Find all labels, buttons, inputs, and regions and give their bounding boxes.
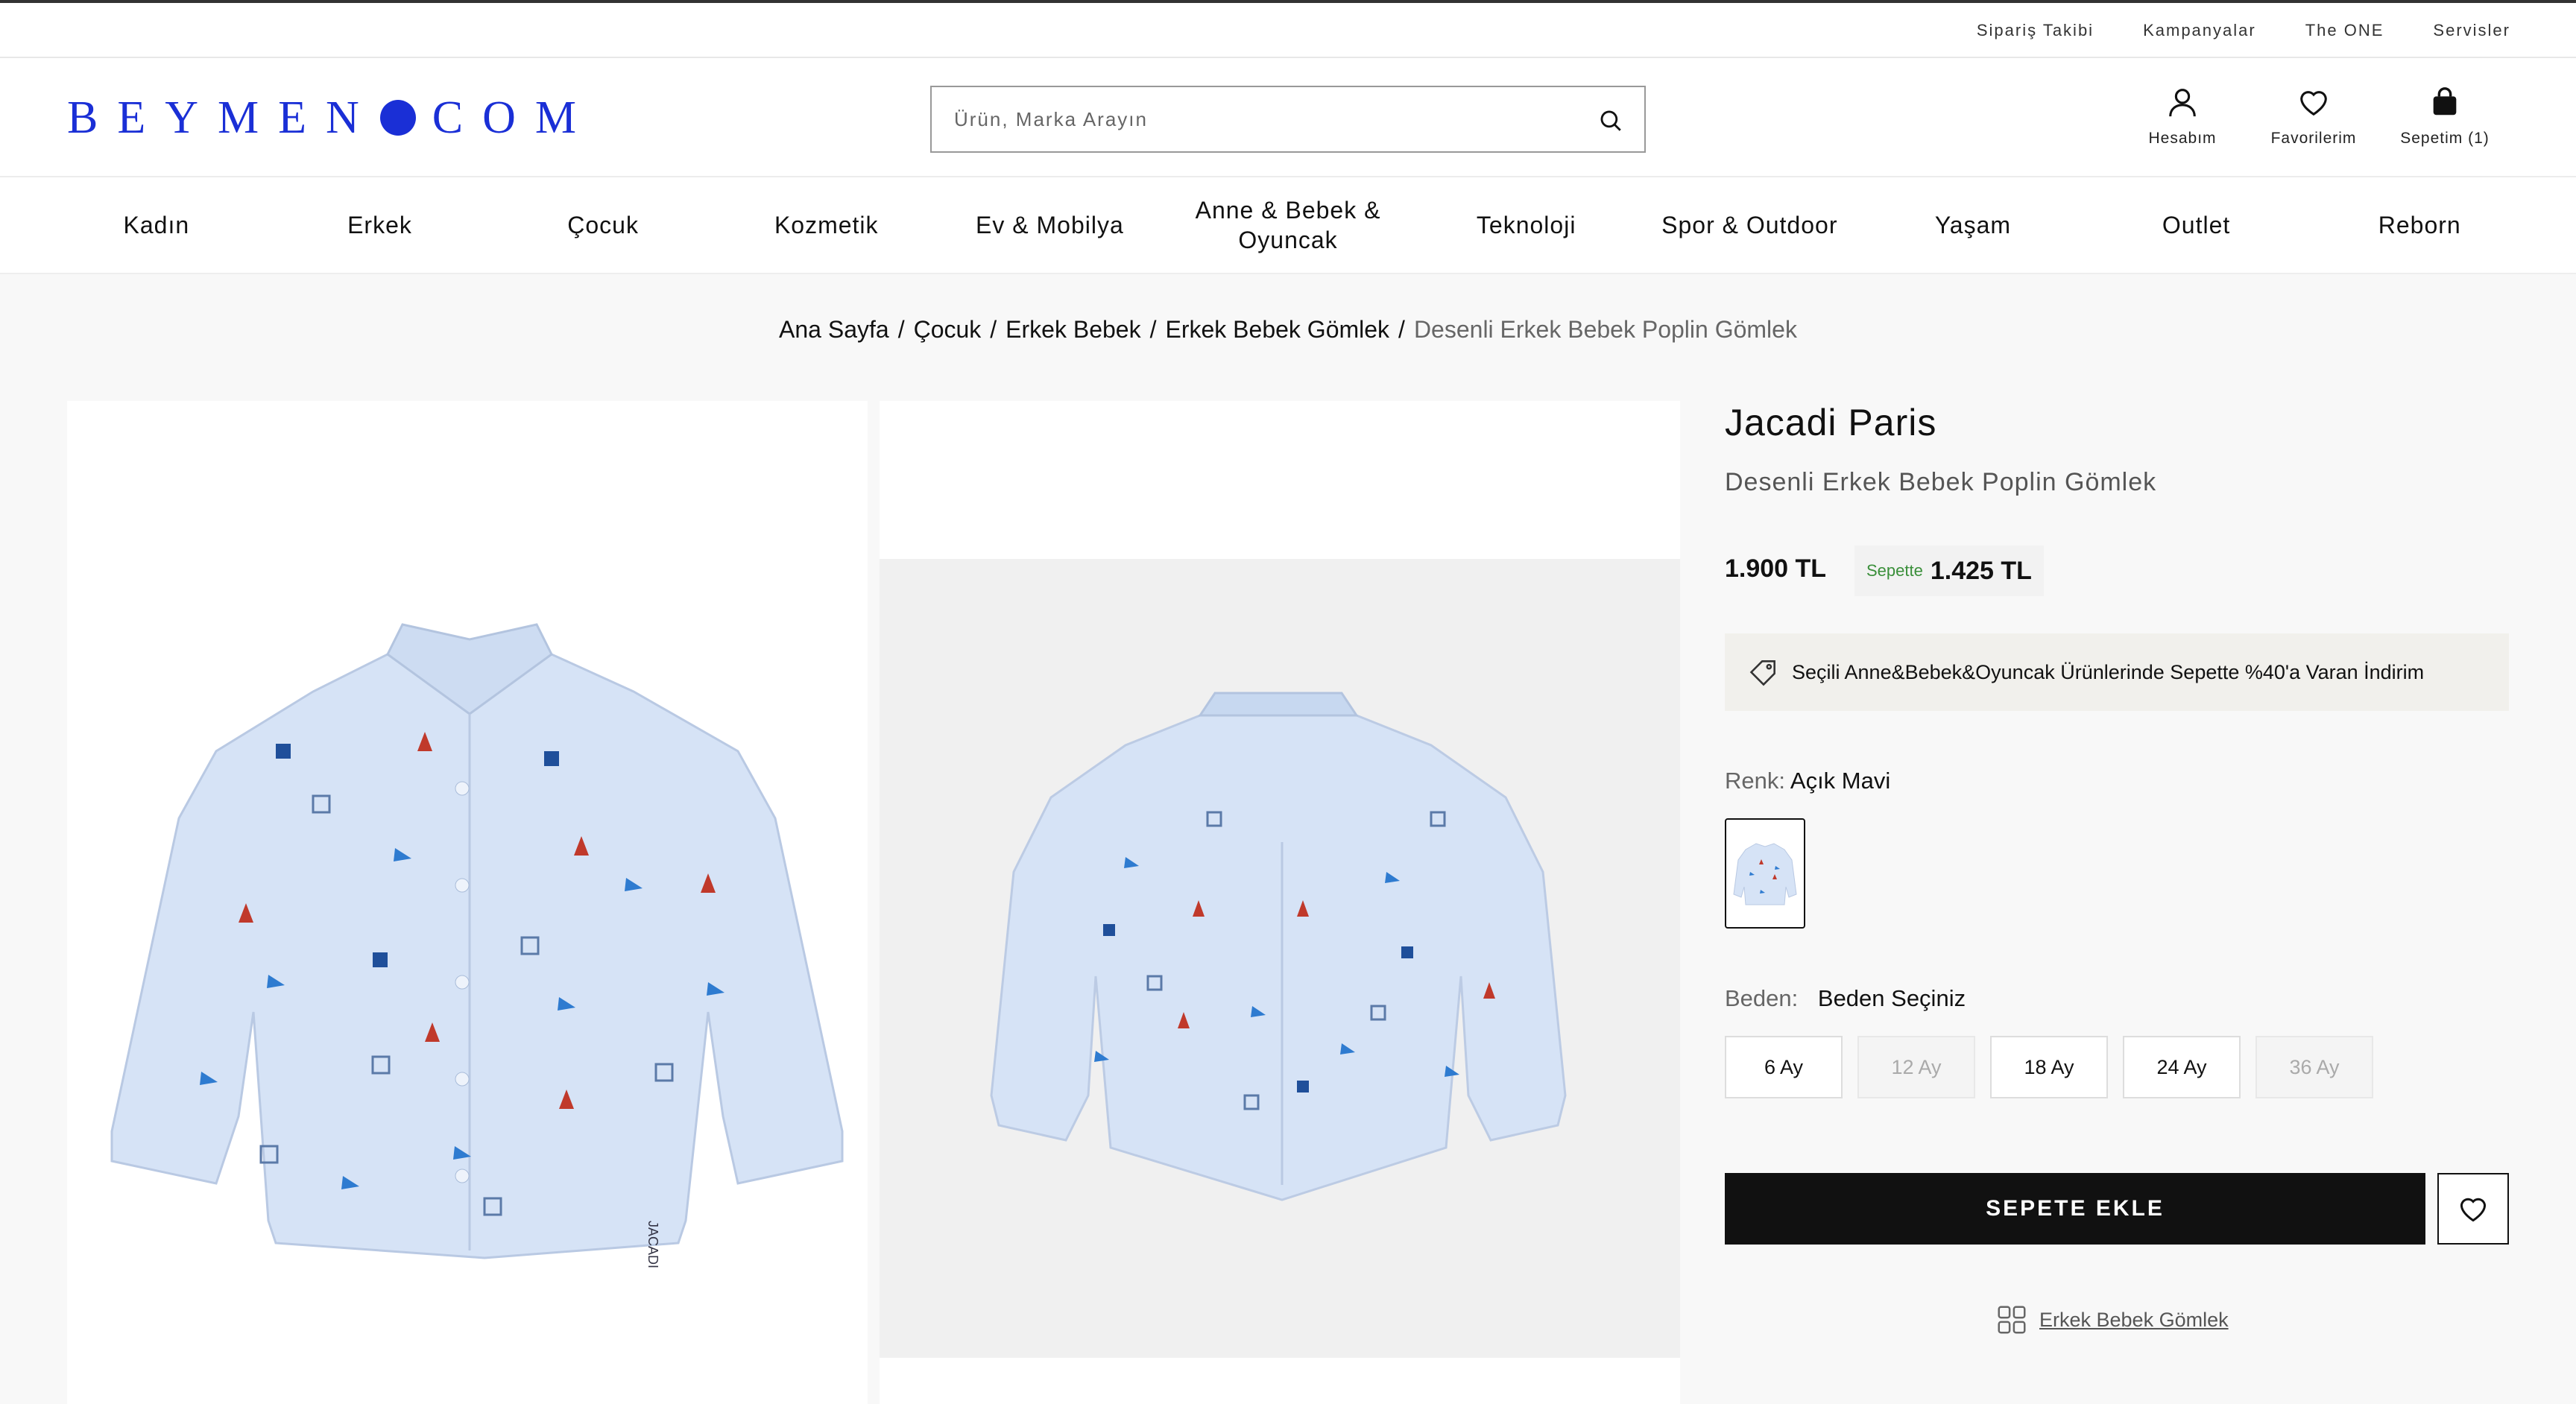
breadcrumb-separator: / bbox=[990, 316, 997, 343]
tag-icon bbox=[1749, 660, 1775, 686]
breadcrumb-home[interactable]: Ana Sayfa bbox=[779, 316, 889, 343]
basket-price-badge: Sepette 1.425 TL bbox=[1854, 546, 2044, 596]
shopping-bag-icon bbox=[2433, 87, 2457, 116]
add-to-favorites-button[interactable] bbox=[2437, 1173, 2509, 1245]
breadcrumb-erkek-bebek-gomlek[interactable]: Erkek Bebek Gömlek bbox=[1165, 316, 1389, 343]
shirt-thumbnail-icon bbox=[1733, 843, 1797, 905]
nav-item-teknoloji[interactable]: Teknoloji bbox=[1415, 177, 1638, 273]
size-option-24-ay[interactable]: 24 Ay bbox=[2123, 1036, 2241, 1098]
promo-text: Seçili Anne&Bebek&Oyuncak Ürünlerinde Se… bbox=[1792, 660, 2425, 683]
site-header: BEYMEN COM Hesabım Favorilerim Sepetim (… bbox=[0, 58, 2576, 177]
size-option-12-ay[interactable]: 12 Ay bbox=[1857, 1036, 1975, 1098]
nav-item-ev-mobilya[interactable]: Ev & Mobilya bbox=[938, 177, 1162, 273]
header-actions: Hesabım Favorilerim Sepetim (1) bbox=[2117, 85, 2510, 148]
user-icon bbox=[2169, 89, 2196, 117]
nav-item-kozmetik[interactable]: Kozmetik bbox=[715, 177, 938, 273]
nav-item-cocuk[interactable]: Çocuk bbox=[491, 177, 715, 273]
product-price: 1.900 TL bbox=[1725, 554, 1827, 583]
basket-price-label: Sepette bbox=[1866, 561, 1923, 580]
beymen-logo[interactable]: BEYMEN COM bbox=[67, 92, 596, 143]
breadcrumb-current: Desenli Erkek Bebek Poplin Gömlek bbox=[1413, 316, 1797, 343]
cart-button[interactable]: Sepetim (1) bbox=[2379, 85, 2510, 148]
the-one-link[interactable]: The ONE bbox=[2305, 21, 2384, 40]
shirt-front-image: JACADI bbox=[110, 623, 844, 1268]
svg-text:JACADI: JACADI bbox=[645, 1221, 660, 1268]
size-prompt: Beden Seçiniz bbox=[1817, 985, 1966, 1011]
favorites-button[interactable]: Favorilerim bbox=[2248, 85, 2379, 148]
search-box bbox=[930, 86, 1646, 153]
product-brand[interactable]: Jacadi Paris bbox=[1725, 401, 1936, 444]
category-link-text[interactable]: Erkek Bebek Gömlek bbox=[2039, 1309, 2229, 1332]
favorites-label: Favorilerim bbox=[2270, 130, 2357, 147]
nav-item-spor-outdoor[interactable]: Spor & Outdoor bbox=[1638, 177, 1861, 273]
breadcrumb: Ana Sayfa / Çocuk / Erkek Bebek / Erkek Bebek … bbox=[0, 316, 2576, 344]
logo-dot bbox=[379, 100, 416, 136]
nav-item-reborn[interactable]: Reborn bbox=[2308, 177, 2531, 273]
nav-item-erkek[interactable]: Erkek bbox=[268, 177, 492, 273]
size-options: 6 Ay 12 Ay 18 Ay 24 Ay 36 Ay bbox=[1725, 1036, 2373, 1098]
logo-text-right: COM bbox=[432, 92, 596, 143]
basket-price-value: 1.425 TL bbox=[1930, 556, 2032, 585]
size-label: Beden: Beden Seçiniz bbox=[1725, 985, 1966, 1012]
main-navigation: Kadın Erkek Çocuk Kozmetik Ev & Mobilya … bbox=[0, 177, 2576, 274]
campaigns-link[interactable]: Kampanyalar bbox=[2143, 21, 2256, 40]
nav-item-outlet[interactable]: Outlet bbox=[2085, 177, 2308, 273]
order-tracking-link[interactable]: Sipariş Takibi bbox=[1977, 21, 2094, 40]
shirt-back-image bbox=[990, 692, 1567, 1201]
add-to-cart-button[interactable]: SEPETE EKLE bbox=[1725, 1173, 2425, 1245]
color-value: Açık Mavi bbox=[1790, 768, 1891, 794]
search-input[interactable] bbox=[954, 87, 1595, 151]
grid-icon bbox=[1998, 1306, 2026, 1334]
top-utility-bar: Sipariş Takibi Kampanyalar The ONE Servi… bbox=[0, 3, 2576, 58]
category-link: Erkek Bebek Gömlek bbox=[1995, 1303, 2229, 1337]
breadcrumb-erkek-bebek[interactable]: Erkek Bebek bbox=[1006, 316, 1140, 343]
product-image-front[interactable]: JACADI bbox=[67, 401, 868, 1404]
promo-banner[interactable]: Seçili Anne&Bebek&Oyuncak Ürünlerinde Se… bbox=[1725, 633, 2509, 711]
heart-icon bbox=[2300, 91, 2327, 116]
account-label: Hesabım bbox=[2148, 130, 2217, 147]
breadcrumb-separator: / bbox=[897, 316, 905, 343]
breadcrumb-separator: / bbox=[1149, 316, 1157, 343]
size-option-6-ay[interactable]: 6 Ay bbox=[1725, 1036, 1843, 1098]
size-option-36-ay[interactable]: 36 Ay bbox=[2255, 1036, 2373, 1098]
breadcrumb-cocuk[interactable]: Çocuk bbox=[914, 316, 982, 343]
product-image-back[interactable] bbox=[880, 559, 1680, 1358]
services-link[interactable]: Servisler bbox=[2433, 21, 2510, 40]
nav-item-kadin[interactable]: Kadın bbox=[45, 177, 268, 273]
nav-item-anne-bebek[interactable]: Anne & Bebek & Oyuncak bbox=[1161, 177, 1415, 273]
account-button[interactable]: Hesabım bbox=[2117, 85, 2248, 148]
color-label: Renk: Açık Mavi bbox=[1725, 768, 1890, 794]
product-name: Desenli Erkek Bebek Poplin Gömlek bbox=[1725, 468, 2157, 496]
product-image-third bbox=[880, 1358, 1680, 1404]
utility-links: Sipariş Takibi Kampanyalar The ONE Servi… bbox=[1977, 3, 2510, 58]
size-option-18-ay[interactable]: 18 Ay bbox=[1990, 1036, 2108, 1098]
search-icon[interactable] bbox=[1598, 108, 1623, 133]
color-swatch-selected[interactable] bbox=[1725, 818, 1805, 929]
product-image-back-padding bbox=[880, 401, 1680, 559]
heart-icon bbox=[2460, 1198, 2487, 1222]
logo-text-left: BEYMEN bbox=[67, 92, 379, 143]
size-label-text: Beden: bbox=[1725, 985, 1799, 1011]
color-label-text: Renk: bbox=[1725, 768, 1785, 794]
nav-item-yasam[interactable]: Yaşam bbox=[1861, 177, 2085, 273]
cart-label: Sepetim (1) bbox=[2400, 130, 2490, 147]
breadcrumb-separator: / bbox=[1398, 316, 1405, 343]
